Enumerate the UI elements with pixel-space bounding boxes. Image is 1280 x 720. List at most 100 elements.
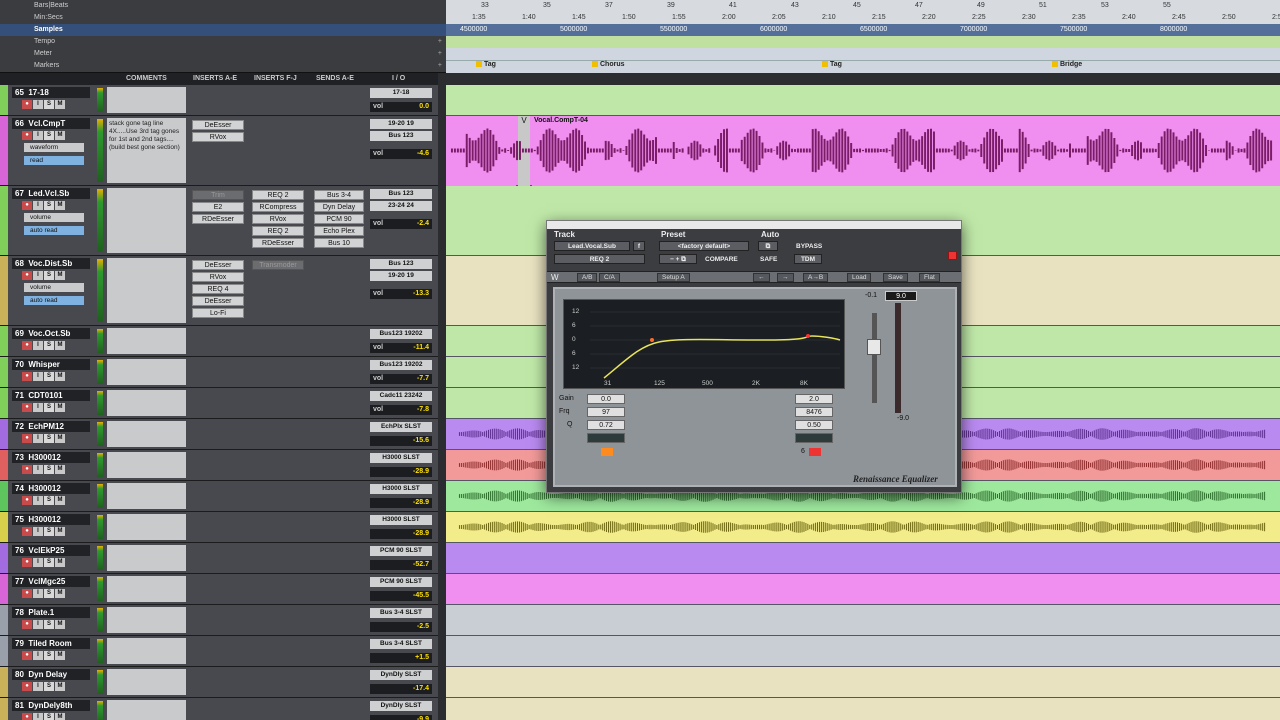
track-row[interactable]: 66 Vcl.CmpT ● I S Mwaveform read stack gon…	[0, 116, 446, 186]
insert-slot[interactable]: DeEsser	[192, 296, 244, 306]
input-selector[interactable]: Bus123 19202	[370, 329, 432, 339]
volume-readout[interactable]: +1.5	[370, 653, 432, 663]
minsecs-ruler[interactable]: 1:35 1:40 1:45 1:50 1:55 2:00 2:05 2:10 2:15 2:20…	[446, 12, 1280, 24]
solo-button[interactable]: S	[44, 201, 54, 210]
samples-ruler[interactable]: 4500000 5000000 5500000 6000000 6500000 70000…	[446, 24, 1280, 36]
input-monitor-button[interactable]: I	[33, 434, 43, 443]
preset-nav-buttons[interactable]: − + ⧉	[659, 254, 697, 264]
comments-header[interactable]: COMMENTS	[126, 75, 167, 82]
input-monitor-button[interactable]: I	[33, 620, 43, 629]
input-selector[interactable]: Cadc11 23242	[370, 391, 432, 401]
volume-readout[interactable]: -15.6	[370, 436, 432, 446]
mute-button[interactable]: M	[55, 589, 65, 598]
input-monitor-button[interactable]: I	[33, 341, 43, 350]
track-row[interactable]: 77 VclMgc25 ● I S M PCM 90 SLST -45.5	[0, 574, 446, 605]
add-marker-icon[interactable]: +	[438, 60, 442, 72]
insert-slot-fj[interactable]: REQ 2	[252, 190, 304, 200]
mute-button[interactable]: M	[55, 682, 65, 691]
toolbar-button[interactable]: Flat	[919, 273, 940, 282]
tdm-selector[interactable]: TDM	[794, 254, 822, 264]
mute-button[interactable]: M	[55, 527, 65, 536]
track-comment[interactable]	[107, 359, 186, 385]
input-selector[interactable]: PCM 90 SLST	[370, 577, 432, 587]
input-monitor-button[interactable]: I	[33, 496, 43, 505]
insert-slot-fj[interactable]: RDeEsser	[252, 238, 304, 248]
input-monitor-button[interactable]: I	[33, 713, 43, 720]
mute-button[interactable]: M	[55, 434, 65, 443]
track-row[interactable]: 74 H300012 ● I S M H3000 SLST -28.9	[0, 481, 446, 512]
track-comment[interactable]	[107, 390, 186, 416]
eq-graph[interactable]: 12 6 0 6 12 31 125 500 2K 8K	[563, 299, 845, 389]
track-lane[interactable]	[446, 512, 1280, 543]
input-selector[interactable]: Bus 123	[370, 259, 432, 269]
marker-chorus[interactable]: Chorus	[592, 61, 625, 68]
track-comment[interactable]	[107, 576, 186, 602]
track-comment[interactable]	[107, 421, 186, 447]
track-row[interactable]: 79 Tiled Room ● I S M Bus 3-4 SLST +1.5	[0, 636, 446, 667]
band6-type-selector[interactable]	[795, 433, 833, 443]
record-button[interactable]: ●	[22, 651, 32, 660]
mute-button[interactable]: M	[55, 465, 65, 474]
volume-readout[interactable]: vol 0.0	[370, 102, 432, 112]
track-row[interactable]: 81 DynDely8th ● I S M DynDly SLST -9.9	[0, 698, 446, 720]
insert-slot[interactable]: RVox	[192, 132, 244, 142]
send-slot[interactable]: Dyn Delay	[314, 202, 364, 212]
band1-freq[interactable]: 97	[587, 407, 625, 417]
mute-button[interactable]: M	[55, 403, 65, 412]
solo-button[interactable]: S	[44, 527, 54, 536]
record-button[interactable]: ●	[22, 558, 32, 567]
toolbar-button[interactable]: Load	[847, 273, 872, 282]
record-button[interactable]: ●	[22, 100, 32, 109]
solo-button[interactable]: S	[44, 682, 54, 691]
track-row[interactable]: 67 Led.Vcl.Sb ● I S Mvolume auto read Trim…	[0, 186, 446, 256]
solo-button[interactable]: S	[44, 271, 54, 280]
volume-readout[interactable]: -52.7	[370, 560, 432, 570]
send-slot[interactable]: Bus 3-4	[314, 190, 364, 200]
input-monitor-button[interactable]: I	[33, 589, 43, 598]
track-comment[interactable]	[107, 669, 186, 695]
mute-button[interactable]: M	[55, 620, 65, 629]
ruler-samples-label[interactable]: Samples	[0, 24, 446, 36]
track-view-selector[interactable]: volume	[24, 213, 84, 222]
track-name[interactable]: 80 Dyn Delay	[12, 669, 90, 680]
send-slot[interactable]: Bus 10	[314, 238, 364, 248]
track-name[interactable]: 68 Voc.Dist.Sb	[12, 258, 90, 269]
track-comment[interactable]	[107, 545, 186, 571]
toolbar-button[interactable]: →	[777, 273, 794, 282]
output-fader-handle[interactable]	[867, 339, 881, 355]
compare-button[interactable]: COMPARE	[705, 256, 738, 263]
track-lane[interactable]	[446, 85, 1280, 116]
mute-button[interactable]: M	[55, 713, 65, 720]
mute-button[interactable]: M	[55, 271, 65, 280]
ruler-bars-label[interactable]: Bars|Beats	[0, 0, 446, 12]
volume-readout[interactable]: vol -13.3	[370, 289, 432, 299]
track-row[interactable]: 72 EchPM12 ● I S M EchPlx SLST -15.6	[0, 419, 446, 450]
volume-readout[interactable]: vol -11.4	[370, 343, 432, 353]
input-monitor-button[interactable]: I	[33, 403, 43, 412]
track-selector[interactable]: Lead.Vocal.Sub	[554, 241, 630, 251]
track-row[interactable]: 70 Whisper ● I S M Bus123 19202 vol -7.7	[0, 357, 446, 388]
inserts-fj-header[interactable]: INSERTS F-J	[254, 75, 297, 82]
record-button[interactable]: ●	[22, 682, 32, 691]
volume-readout[interactable]: -45.5	[370, 591, 432, 601]
markers-ruler[interactable]: Tag Chorus Tag Bridge	[446, 60, 1280, 73]
input-selector[interactable]: 17-18	[370, 88, 432, 98]
band1-gain[interactable]: 0.0	[587, 394, 625, 404]
volume-readout[interactable]: vol -7.8	[370, 405, 432, 415]
record-button[interactable]: ●	[22, 131, 32, 140]
input-selector[interactable]: Bus123 19202	[370, 360, 432, 370]
solo-button[interactable]: S	[44, 341, 54, 350]
record-button[interactable]: ●	[22, 403, 32, 412]
mute-button[interactable]: M	[55, 131, 65, 140]
toolbar-button[interactable]: ←	[753, 273, 770, 282]
marker-tag[interactable]: Tag	[476, 61, 496, 68]
track-comment[interactable]	[107, 452, 186, 478]
track-name[interactable]: 74 H300012	[12, 483, 90, 494]
track-name[interactable]: 65 17-18	[12, 87, 90, 98]
track-name[interactable]: 75 H300012	[12, 514, 90, 525]
track-name[interactable]: 78 Plate.1	[12, 607, 90, 618]
insert-slot[interactable]: RVox	[192, 272, 244, 282]
insert-slot[interactable]: Lo-Fi	[192, 308, 244, 318]
volume-readout[interactable]: -9.9	[370, 715, 432, 720]
input-selector[interactable]: H3000 SLST	[370, 515, 432, 525]
